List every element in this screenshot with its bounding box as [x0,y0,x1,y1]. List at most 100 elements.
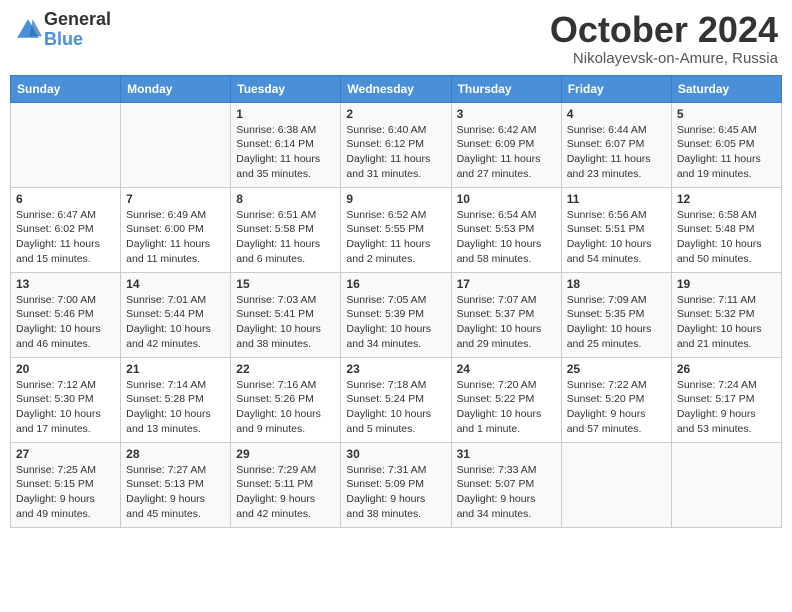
day-number: 11 [567,192,666,206]
day-number: 30 [346,447,445,461]
day-info: Sunrise: 7:16 AM Sunset: 5:26 PM Dayligh… [236,378,335,437]
calendar-cell: 6Sunrise: 6:47 AM Sunset: 6:02 PM Daylig… [11,187,121,272]
day-number: 3 [457,107,556,121]
day-info: Sunrise: 7:31 AM Sunset: 5:09 PM Dayligh… [346,463,445,522]
weekday-header-row: SundayMondayTuesdayWednesdayThursdayFrid… [11,75,782,102]
day-number: 27 [16,447,115,461]
calendar-cell: 31 Sunrise: 7:33 AM Sunset: 5:07 PM Dayli… [451,442,561,527]
day-number: 9 [346,192,445,206]
day-info: Sunrise: 7:27 AM Sunset: 5:13 PM Dayligh… [126,463,225,522]
calendar-cell [121,102,231,187]
day-number: 25 [567,362,666,376]
day-number: 14 [126,277,225,291]
day-number: 18 [567,277,666,291]
day-number: 26 [677,362,776,376]
calendar-cell: 3Sunrise: 6:42 AM Sunset: 6:09 PM Daylig… [451,102,561,187]
calendar-cell: 22 Sunrise: 7:16 AM Sunset: 5:26 PM Dayli… [231,357,341,442]
day-info: Sunrise: 6:56 AM Sunset: 5:51 PM Dayligh… [567,208,666,267]
calendar-cell: 2Sunrise: 6:40 AM Sunset: 6:12 PM Daylig… [341,102,451,187]
calendar-cell: 26 Sunrise: 7:24 AM Sunset: 5:17 PM Dayli… [671,357,781,442]
day-info: Sunrise: 7:14 AM Sunset: 5:28 PM Dayligh… [126,378,225,437]
day-number: 1 [236,107,335,121]
day-info: Sunrise: 6:49 AM Sunset: 6:00 PM Dayligh… [126,208,225,267]
calendar-cell: 11 Sunrise: 6:56 AM Sunset: 5:51 PM Dayli… [561,187,671,272]
weekday-header: Wednesday [341,75,451,102]
calendar-cell: 5Sunrise: 6:45 AM Sunset: 6:05 PM Daylig… [671,102,781,187]
calendar-cell: 13Sunrise: 7:00 AM Sunset: 5:46 PM Dayli… [11,272,121,357]
day-number: 29 [236,447,335,461]
day-number: 31 [457,447,556,461]
calendar-cell: 29 Sunrise: 7:29 AM Sunset: 5:11 PM Dayli… [231,442,341,527]
day-info: Sunrise: 6:44 AM Sunset: 6:07 PM Dayligh… [567,123,666,182]
calendar-cell: 4 Sunrise: 6:44 AM Sunset: 6:07 PM Daylig… [561,102,671,187]
day-info: Sunrise: 6:58 AM Sunset: 5:48 PM Dayligh… [677,208,776,267]
logo-text: General Blue [44,10,111,50]
day-number: 28 [126,447,225,461]
calendar-cell: 20 Sunrise: 7:12 AM Sunset: 5:30 PM Dayli… [11,357,121,442]
day-info: Sunrise: 7:00 AM Sunset: 5:46 PM Dayligh… [16,293,115,352]
day-info: Sunrise: 6:45 AM Sunset: 6:05 PM Dayligh… [677,123,776,182]
day-number: 2 [346,107,445,121]
calendar-cell: 30 Sunrise: 7:31 AM Sunset: 5:09 PM Dayli… [341,442,451,527]
day-number: 12 [677,192,776,206]
day-info: Sunrise: 7:20 AM Sunset: 5:22 PM Dayligh… [457,378,556,437]
calendar-cell: 27 Sunrise: 7:25 AM Sunset: 5:15 PM Dayli… [11,442,121,527]
day-info: Sunrise: 6:38 AM Sunset: 6:14 PM Dayligh… [236,123,335,182]
calendar-cell: 12 Sunrise: 6:58 AM Sunset: 5:48 PM Dayli… [671,187,781,272]
title-block: October 2024 Nikolayevsk-on-Amure, Russi… [550,10,778,67]
day-info: Sunrise: 7:03 AM Sunset: 5:41 PM Dayligh… [236,293,335,352]
day-number: 16 [346,277,445,291]
day-info: Sunrise: 7:25 AM Sunset: 5:15 PM Dayligh… [16,463,115,522]
day-info: Sunrise: 7:01 AM Sunset: 5:44 PM Dayligh… [126,293,225,352]
day-number: 22 [236,362,335,376]
calendar-cell: 21 Sunrise: 7:14 AM Sunset: 5:28 PM Dayli… [121,357,231,442]
day-info: Sunrise: 6:52 AM Sunset: 5:55 PM Dayligh… [346,208,445,267]
day-number: 10 [457,192,556,206]
calendar-cell: 7 Sunrise: 6:49 AM Sunset: 6:00 PM Daylig… [121,187,231,272]
day-info: Sunrise: 6:51 AM Sunset: 5:58 PM Dayligh… [236,208,335,267]
calendar-cell: 10 Sunrise: 6:54 AM Sunset: 5:53 PM Dayli… [451,187,561,272]
calendar-cell: 18Sunrise: 7:09 AM Sunset: 5:35 PM Dayli… [561,272,671,357]
day-info: Sunrise: 7:33 AM Sunset: 5:07 PM Dayligh… [457,463,556,522]
day-info: Sunrise: 7:18 AM Sunset: 5:24 PM Dayligh… [346,378,445,437]
calendar-cell: 16Sunrise: 7:05 AM Sunset: 5:39 PM Dayli… [341,272,451,357]
day-number: 20 [16,362,115,376]
calendar-cell: 9 Sunrise: 6:52 AM Sunset: 5:55 PM Daylig… [341,187,451,272]
weekday-header: Friday [561,75,671,102]
day-number: 19 [677,277,776,291]
calendar-week-row: 20 Sunrise: 7:12 AM Sunset: 5:30 PM Dayli… [11,357,782,442]
logo: General Blue [14,10,111,50]
day-number: 21 [126,362,225,376]
calendar-table: SundayMondayTuesdayWednesdayThursdayFrid… [10,75,782,528]
day-number: 24 [457,362,556,376]
day-number: 7 [126,192,225,206]
calendar-cell: 25Sunrise: 7:22 AM Sunset: 5:20 PM Dayli… [561,357,671,442]
day-info: Sunrise: 7:24 AM Sunset: 5:17 PM Dayligh… [677,378,776,437]
weekday-header: Saturday [671,75,781,102]
calendar-cell [671,442,781,527]
day-info: Sunrise: 6:54 AM Sunset: 5:53 PM Dayligh… [457,208,556,267]
calendar-cell: 14 Sunrise: 7:01 AM Sunset: 5:44 PM Dayli… [121,272,231,357]
calendar-cell: 19Sunrise: 7:11 AM Sunset: 5:32 PM Dayli… [671,272,781,357]
day-info: Sunrise: 6:47 AM Sunset: 6:02 PM Dayligh… [16,208,115,267]
weekday-header: Monday [121,75,231,102]
location: Nikolayevsk-on-Amure, Russia [550,50,778,67]
day-info: Sunrise: 7:12 AM Sunset: 5:30 PM Dayligh… [16,378,115,437]
calendar-cell: 8Sunrise: 6:51 AM Sunset: 5:58 PM Daylig… [231,187,341,272]
weekday-header: Sunday [11,75,121,102]
day-number: 17 [457,277,556,291]
day-number: 4 [567,107,666,121]
weekday-header: Thursday [451,75,561,102]
weekday-header: Tuesday [231,75,341,102]
month-title: October 2024 [550,10,778,50]
calendar-cell: 17Sunrise: 7:07 AM Sunset: 5:37 PM Dayli… [451,272,561,357]
logo-general: General [44,10,111,30]
day-info: Sunrise: 7:29 AM Sunset: 5:11 PM Dayligh… [236,463,335,522]
calendar-cell: 24 Sunrise: 7:20 AM Sunset: 5:22 PM Dayli… [451,357,561,442]
logo-blue: Blue [44,30,111,50]
calendar-cell: 23Sunrise: 7:18 AM Sunset: 5:24 PM Dayli… [341,357,451,442]
page-header: General Blue October 2024 Nikolayevsk-on… [10,10,782,67]
calendar-cell [11,102,121,187]
calendar-week-row: 6Sunrise: 6:47 AM Sunset: 6:02 PM Daylig… [11,187,782,272]
calendar-week-row: 1 Sunrise: 6:38 AM Sunset: 6:14 PM Daylig… [11,102,782,187]
